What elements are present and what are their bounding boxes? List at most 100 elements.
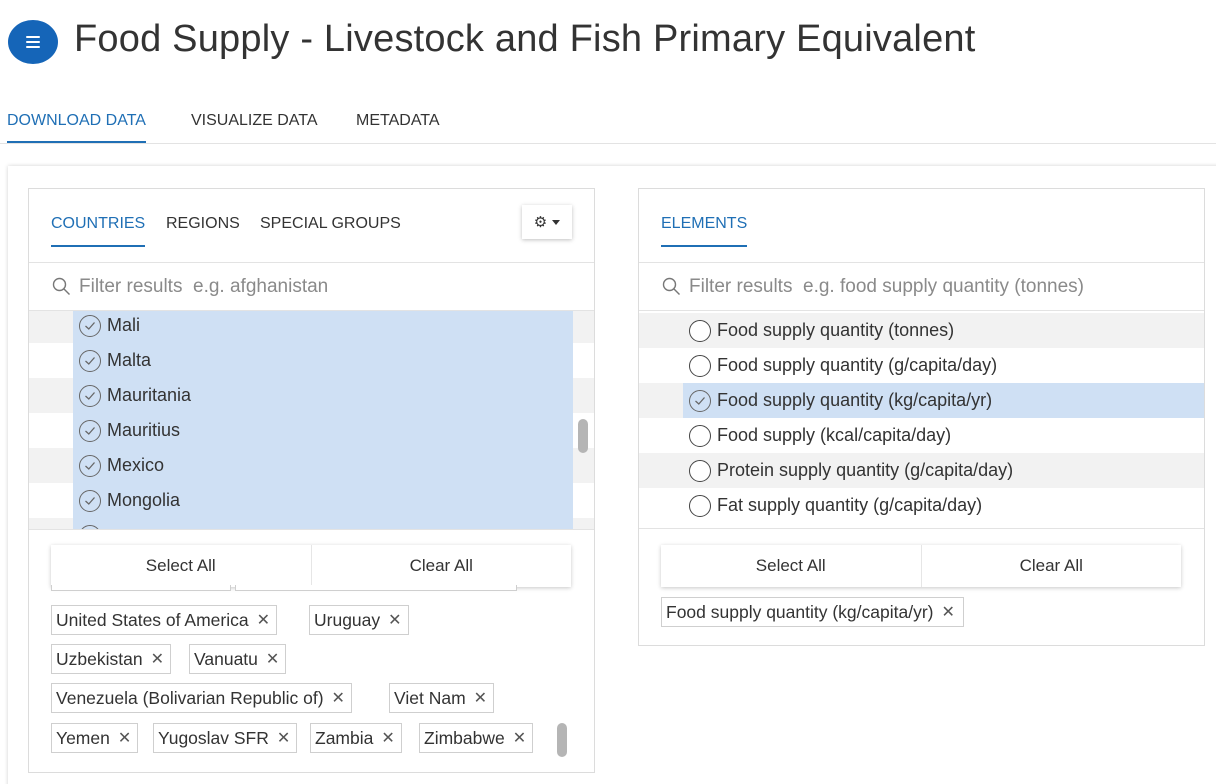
remove-icon[interactable]: ✕ (257, 610, 270, 630)
menu-button[interactable] (8, 20, 58, 64)
tab-elements[interactable]: ELEMENTS (661, 215, 748, 247)
check-circle-icon (79, 419, 101, 442)
countries-search-input[interactable] (79, 275, 559, 298)
chip-label: United States of America (56, 609, 249, 630)
elements-panel: ELEMENTS Food supply quantity (tonnes) (638, 188, 1205, 646)
selected-chip-country[interactable]: Yemen ✕ (51, 723, 139, 753)
countries-panel-tabs: COUNTRIES REGIONS SPECIAL GROUPS ⚙ (29, 189, 594, 263)
chip-label: Uruguay (314, 609, 381, 630)
download-content-card: COUNTRIES REGIONS SPECIAL GROUPS ⚙ Filte… (8, 166, 1216, 784)
list-item-country-partial[interactable] (29, 518, 594, 529)
radio-unchecked-icon (689, 354, 711, 377)
radio-unchecked-icon (689, 319, 711, 342)
list-item-country[interactable]: Mongolia (29, 483, 594, 518)
list-item-country[interactable]: Mali (29, 311, 594, 343)
element-label: Protein supply quantity (g/capita/day) (717, 460, 1014, 480)
caret-down-icon (552, 219, 561, 225)
tab-metadata[interactable]: METADATA (356, 112, 440, 130)
radio-unchecked-icon (689, 424, 711, 447)
tab-countries[interactable]: COUNTRIES (51, 215, 146, 247)
list-item-country[interactable]: Mexico (29, 448, 594, 483)
remove-icon[interactable]: ✕ (277, 728, 290, 748)
list-item-element[interactable]: Food supply (kcal/capita/day) (639, 418, 1204, 453)
hamburger-menu-icon-bar (26, 46, 40, 48)
chip-label: Food supply quantity (kg/capita/yr) (666, 601, 934, 622)
elements-list: Food supply quantity (tonnes) Food suppl… (639, 311, 1204, 529)
selection-highlight (73, 311, 573, 343)
list-item-element[interactable]: Food supply quantity (g/capita/day) (639, 348, 1204, 383)
list-item-country[interactable]: Mauritania (29, 378, 594, 413)
element-label: Fat supply quantity (g/capita/day) (717, 495, 983, 515)
list-item-country[interactable]: Malta (29, 343, 594, 378)
remove-icon[interactable]: ✕ (151, 649, 164, 669)
check-circle-icon (79, 349, 101, 372)
hamburger-menu-icon (26, 36, 40, 38)
tab-visualize-data[interactable]: VISUALIZE DATA (191, 112, 318, 130)
country-label: Mexico (107, 455, 165, 475)
list-item-element[interactable]: Protein supply quantity (g/capita/day) (639, 453, 1204, 488)
clear-all-countries-button[interactable]: Clear All (310, 545, 572, 587)
selected-chip-element[interactable]: Food supply quantity (kg/capita/yr) ✕ (661, 597, 964, 627)
list-item-element-selected[interactable]: Food supply quantity (kg/capita/yr) (639, 383, 1204, 418)
clear-all-elements-button[interactable]: Clear All (920, 545, 1182, 587)
search-icon (51, 277, 71, 297)
tab-download-data[interactable]: DOWNLOAD DATA (7, 112, 146, 143)
remove-icon[interactable]: ✕ (332, 688, 345, 708)
country-label: Mauritania (107, 385, 192, 405)
hamburger-menu-icon-bar (26, 41, 40, 43)
selected-chip-country[interactable]: Yugoslav SFR ✕ (153, 723, 298, 753)
check-circle-icon (79, 489, 101, 512)
list-item-element[interactable]: Food supply quantity (tonnes) (639, 313, 1204, 348)
remove-icon[interactable]: ✕ (942, 602, 955, 622)
list-item-element[interactable]: Fat supply quantity (g/capita/day) (639, 488, 1204, 523)
countries-list: Mali Malta Mauritania Mauritius Mexico M… (29, 311, 594, 530)
chip-label: Uzbekistan (56, 648, 143, 669)
page-title: Food Supply - Livestock and Fish Primary… (74, 18, 976, 60)
countries-button-group: Select All Clear All (51, 545, 571, 587)
check-circle-icon (79, 384, 101, 407)
remove-icon[interactable]: ✕ (118, 728, 131, 748)
countries-filter (29, 263, 594, 311)
selected-chip-partial (51, 585, 231, 591)
countries-list-scrollbar[interactable] (578, 419, 588, 453)
tab-regions[interactable]: REGIONS (166, 215, 240, 233)
check-circle-icon (79, 454, 101, 477)
selected-chip-country[interactable]: Uruguay ✕ (309, 605, 409, 635)
selected-chip-country[interactable]: Venezuela (Bolivarian Republic of) ✕ (51, 683, 352, 713)
remove-icon[interactable]: ✕ (513, 728, 526, 748)
settings-dropdown-button[interactable]: ⚙ (522, 205, 572, 239)
check-circle-icon (79, 314, 101, 337)
selected-chip-country[interactable]: Viet Nam ✕ (389, 683, 495, 713)
chip-label: Vanuatu (194, 648, 258, 669)
tab-special-groups[interactable]: SPECIAL GROUPS (260, 215, 401, 233)
country-label: Mali (107, 315, 141, 335)
remove-icon[interactable]: ✕ (266, 649, 279, 669)
country-label: Mauritius (107, 420, 181, 440)
selected-chip-country[interactable]: Vanuatu ✕ (189, 644, 287, 674)
select-all-countries-button[interactable]: Select All (51, 545, 311, 587)
selected-chip-country[interactable]: Uzbekistan ✕ (51, 644, 171, 674)
selected-chips-scrollbar[interactable] (557, 723, 567, 757)
list-item-country[interactable]: Mauritius (29, 413, 594, 448)
selected-chip-country[interactable]: United States of America ✕ (51, 605, 278, 635)
check-circle-icon (79, 524, 101, 529)
search-icon (661, 277, 681, 297)
gear-icon: ⚙ (533, 213, 548, 231)
remove-icon[interactable]: ✕ (381, 728, 394, 748)
chip-label: Zimbabwe (424, 727, 505, 748)
selected-chip-country[interactable]: Zimbabwe ✕ (419, 723, 534, 753)
country-label: Mongolia (107, 490, 181, 510)
chip-label: Viet Nam (394, 687, 466, 708)
elements-panel-tabs: ELEMENTS (639, 189, 1204, 263)
select-all-elements-button[interactable]: Select All (661, 545, 921, 587)
remove-icon[interactable]: ✕ (388, 610, 401, 630)
selected-chip-partial (235, 585, 517, 591)
element-label: Food supply (kcal/capita/day) (717, 425, 952, 445)
chip-label: Zambia (315, 727, 374, 748)
elements-search-input[interactable] (689, 275, 1169, 298)
selected-chip-country[interactable]: Zambia ✕ (310, 723, 402, 753)
main-tab-bar: DOWNLOAD DATA VISUALIZE DATA METADATA (0, 100, 1216, 144)
element-label: Food supply quantity (g/capita/day) (717, 355, 998, 375)
selection-highlight (73, 518, 573, 529)
remove-icon[interactable]: ✕ (474, 688, 487, 708)
